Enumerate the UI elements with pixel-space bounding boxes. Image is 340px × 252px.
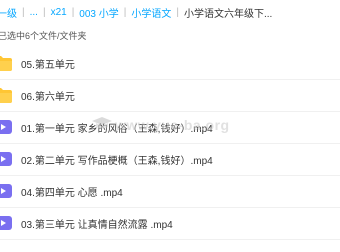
breadcrumb-separator: | — [176, 6, 179, 18]
breadcrumb-item-current: 小学语文六年级下... — [183, 8, 273, 20]
file-row-folder[interactable]: 06.第六单元 — [0, 80, 340, 112]
breadcrumb-separator: | — [22, 6, 25, 18]
folder-icon — [0, 87, 12, 103]
file-name[interactable]: 03.第三单元 让真情自然流露 .mp4 — [21, 216, 173, 231]
breadcrumb-item-level1[interactable]: 一级 — [0, 5, 17, 20]
breadcrumb-item-x21[interactable]: x21 — [51, 7, 67, 18]
selection-info: 已选中6个文件/文件夹 — [0, 30, 87, 41]
file-name[interactable]: 02.第二单元 写作品梗概（王森,钱好）.mp4 — [21, 152, 213, 167]
breadcrumb-item-ellipsis[interactable]: ... — [30, 7, 38, 18]
file-row-video[interactable]: 04.第四单元 心愿 .mp4 — [0, 176, 340, 208]
breadcrumb-item-chinese[interactable]: 小学语文 — [131, 5, 171, 20]
file-row-video[interactable]: 03.第三单元 让真情自然流露 .mp4 — [0, 208, 340, 240]
breadcrumb-separator: | — [123, 6, 127, 18]
breadcrumb-separator: | — [71, 6, 75, 18]
video-file-icon — [0, 215, 12, 231]
breadcrumb-item-primary-school[interactable]: 003 小学 — [79, 5, 118, 20]
video-file-icon — [0, 119, 12, 135]
file-row-video[interactable]: 01.第一单元 家乡的风俗（王森,钱好）.mp4 — [0, 112, 340, 144]
file-name[interactable]: 05.第五单元 — [21, 56, 75, 71]
breadcrumb-separator: | — [42, 6, 46, 18]
breadcrumb: 一级 | ... | x21 | 003 小学 | 小学语文 | 小学语文六年级… — [0, 0, 340, 24]
file-name[interactable]: 04.第四单元 心愿 .mp4 — [21, 184, 123, 199]
file-list: 05.第五单元 06.第六单元 01.第一单元 家乡的风俗（王森,钱好）.mp4 — [0, 48, 340, 240]
folder-icon — [0, 55, 12, 71]
video-file-icon — [0, 151, 12, 167]
video-file-icon — [0, 183, 12, 199]
file-name[interactable]: 01.第一单元 家乡的风俗（王森,钱好）.mp4 — [21, 120, 213, 135]
file-row-folder[interactable]: 05.第五单元 — [0, 48, 340, 80]
file-row-video[interactable]: 02.第二单元 写作品梗概（王森,钱好）.mp4 — [0, 144, 340, 176]
file-name[interactable]: 06.第六单元 — [21, 88, 75, 103]
